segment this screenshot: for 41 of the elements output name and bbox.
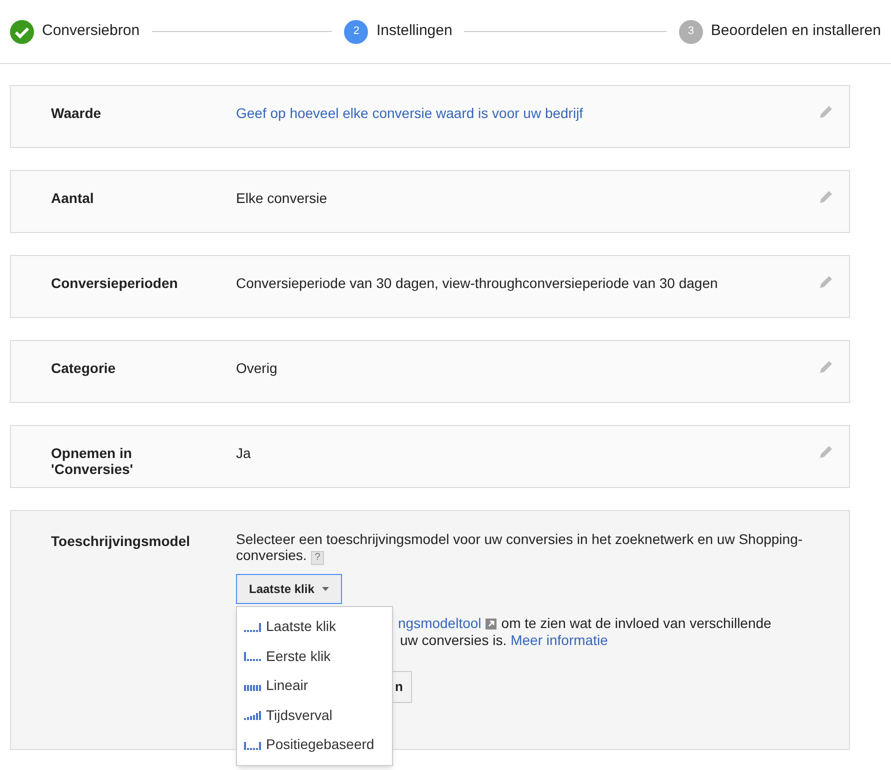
edit-icon[interactable] <box>819 190 833 204</box>
setting-value: Ja <box>236 445 252 461</box>
edit-icon[interactable] <box>819 360 833 374</box>
info-text: om te zien wat de invloed van verschillende <box>501 615 772 632</box>
more-info-link[interactable]: Meer informatie <box>510 632 608 649</box>
setting-value: Conversieperiode van 30 dagen, view-throughconversieperiode van 30 dagen <box>236 275 719 291</box>
setting-value[interactable]: Geef op hoeveel elke conversie waard is voor uw bedrijf <box>236 105 819 121</box>
description: Selecteer een toeschrijvingsmodel voor uw conversies in het zoeknetwerk en uw Shopping-conversies. ? <box>236 531 804 565</box>
menu-item[interactable]: Eerste klik <box>237 642 392 671</box>
action-button[interactable]: n <box>393 671 412 703</box>
bar-chart-icon <box>244 651 261 662</box>
setting-label: Toeschrijvingsmodel <box>51 532 191 551</box>
setting-label: Opnemen in 'Conversies' <box>51 445 134 477</box>
setting-label: Waarde <box>51 105 102 121</box>
menu-item[interactable]: Lineair <box>237 671 392 700</box>
bar-chart-icon <box>244 710 261 720</box>
link[interactable]: ngsmodeltool <box>398 615 482 632</box>
setting-label: Conversieperioden <box>51 275 179 291</box>
external-link-icon <box>485 618 498 630</box>
setting-label: Categorie <box>51 360 117 376</box>
check-icon <box>10 20 34 44</box>
setting-label: Aantal <box>51 190 95 206</box>
bar-chart-icon <box>244 622 261 632</box>
setting-value: Elke conversie <box>236 190 328 206</box>
step-label: Conversiebron <box>42 21 140 42</box>
help-icon[interactable]: ? <box>310 551 324 565</box>
step-number: 3 <box>678 20 703 44</box>
info-text: uw conversies is. <box>400 632 507 649</box>
menu-item[interactable]: Laatste klik <box>237 612 392 642</box>
edit-icon[interactable] <box>819 275 833 289</box>
model-dropdown[interactable]: Laatste klik <box>236 574 342 604</box>
edit-icon[interactable] <box>819 445 833 459</box>
menu-item[interactable]: Positiegebaseerd <box>237 730 392 760</box>
menu-item[interactable]: Tijdsverval <box>237 700 392 730</box>
step-number: 2 <box>344 20 368 44</box>
step-label: Beoordelen en installeren <box>710 21 881 42</box>
caret-icon <box>322 587 330 591</box>
bar-chart-icon <box>244 740 261 750</box>
edit-icon[interactable] <box>819 105 833 119</box>
setting-value: Overig <box>236 360 278 376</box>
step-label: Instellingen <box>376 21 452 42</box>
